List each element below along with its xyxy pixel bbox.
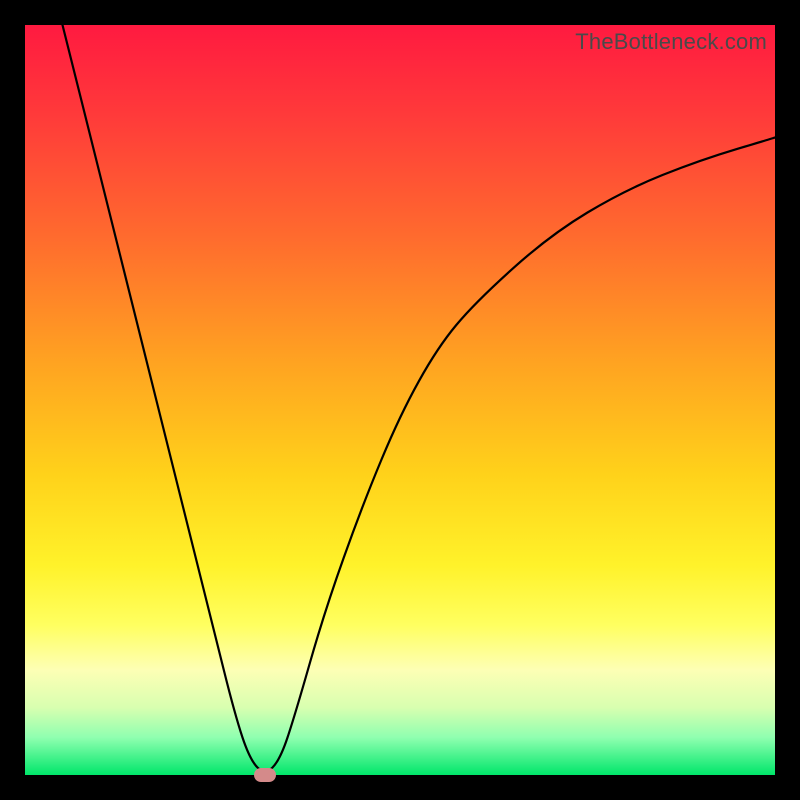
chart-frame: TheBottleneck.com xyxy=(0,0,800,800)
optimum-marker xyxy=(254,768,276,782)
bottleneck-curve xyxy=(25,25,775,775)
curve-path xyxy=(63,25,776,771)
plot-area: TheBottleneck.com xyxy=(25,25,775,775)
